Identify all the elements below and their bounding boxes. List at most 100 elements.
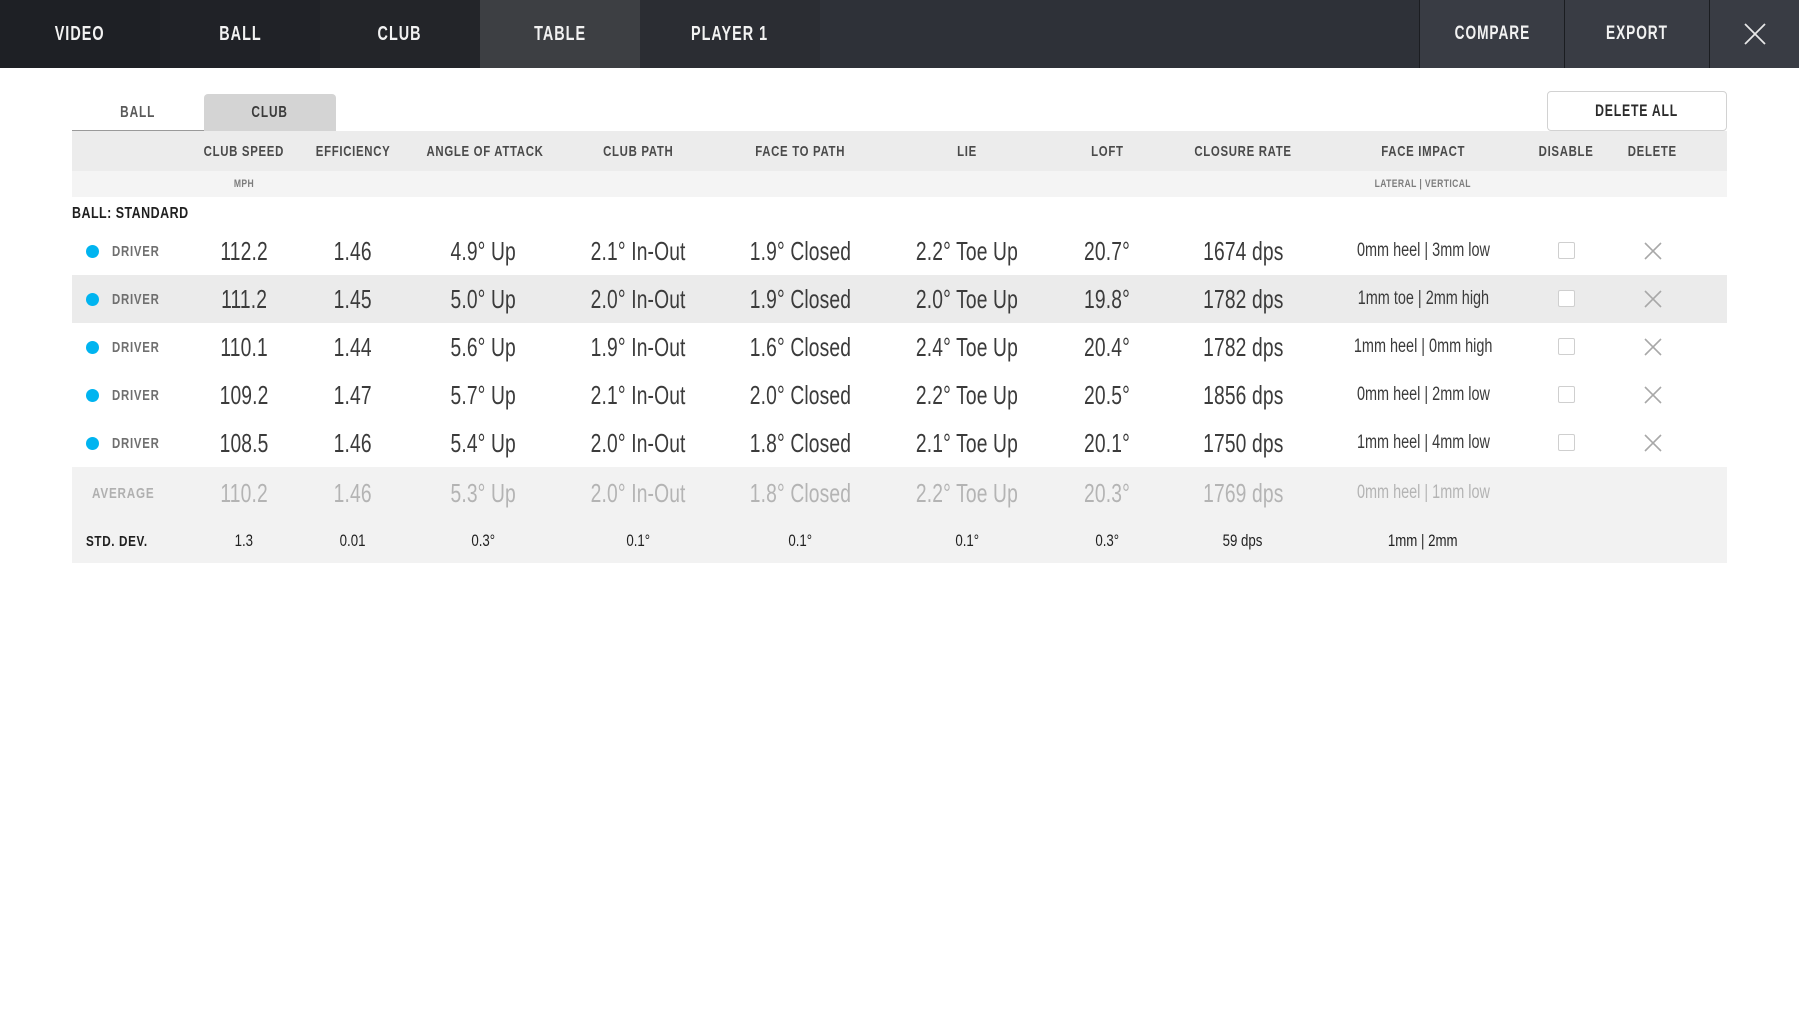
row-lie: 2.2° Toe Up	[915, 379, 1019, 410]
table-header-club	[72, 143, 190, 160]
table-subheader-delete	[1610, 178, 1695, 190]
nav-tab-video-label: VIDEO	[55, 22, 105, 45]
close-icon	[1643, 386, 1662, 404]
row-club-cell: DRIVER	[72, 387, 190, 404]
row-disable-cell	[1523, 338, 1610, 356]
table-body: DRIVER 112.2 1.46 4.9° Up 2.1° In-Out 1.9° Cl…	[72, 227, 1727, 467]
sub-tab-ball[interactable]: BALL	[72, 94, 204, 131]
close-button[interactable]	[1709, 0, 1799, 68]
std-dev-row-label: STD. DEV.	[86, 532, 148, 550]
table-subheader-row: MPH LATERAL | VERTICAL	[72, 171, 1727, 197]
table-summary-block: AVERAGE 110.2 1.46 5.3° Up 2.0° In-Out 1…	[72, 467, 1727, 563]
row-loft: 19.8°	[1084, 283, 1130, 314]
table-row[interactable]: DRIVER 112.2 1.46 4.9° Up 2.1° In-Out 1.9° Cl…	[72, 227, 1727, 275]
nav-tab-table-label: TABLE	[534, 22, 586, 45]
disable-checkbox[interactable]	[1558, 338, 1575, 356]
delete-row-button[interactable]	[1641, 335, 1665, 359]
average-closure-rate: 1769 dps	[1202, 477, 1284, 508]
row-lie: 2.2° Toe Up	[915, 235, 1019, 266]
close-icon	[1643, 290, 1662, 308]
row-disable-cell	[1523, 290, 1610, 308]
row-club-path: 1.9° In-Out	[590, 331, 686, 362]
row-lie: 2.1° Toe Up	[915, 427, 1019, 458]
table-subheader-loft	[1051, 178, 1163, 190]
row-face-to-path: 1.8° Closed	[749, 427, 852, 458]
table-subheader-angle-of-attack	[408, 178, 558, 190]
shot-marker-dot-icon	[86, 388, 99, 402]
average-lie: 2.2° Toe Up	[915, 477, 1019, 508]
average-club-speed: 110.2	[220, 477, 268, 508]
sub-tab-club[interactable]: CLUB	[204, 94, 336, 131]
average-club-path: 2.0° In-Out	[590, 477, 686, 508]
nav-tab-club-label: CLUB	[377, 22, 423, 45]
delete-row-button[interactable]	[1641, 431, 1665, 455]
top-nav-spacer	[820, 0, 1419, 68]
row-disable-cell	[1523, 434, 1610, 452]
table-row[interactable]: DRIVER 108.5 1.46 5.4° Up 2.0° In-Out 1.8° Cl…	[72, 419, 1727, 467]
row-club-path: 2.1° In-Out	[590, 235, 686, 266]
delete-row-button[interactable]	[1641, 287, 1665, 311]
close-icon	[1643, 338, 1662, 356]
row-loft: 20.5°	[1084, 379, 1130, 410]
nav-tab-ball[interactable]: BALL	[160, 0, 320, 68]
delete-row-button[interactable]	[1641, 239, 1665, 263]
row-face-to-path: 1.9° Closed	[749, 283, 852, 314]
row-disable-cell	[1523, 242, 1610, 260]
table-subheader-closure-rate	[1163, 178, 1323, 190]
ball-group-label: BALL: STANDARD	[72, 205, 189, 222]
row-delete-cell	[1610, 239, 1695, 263]
row-delete-cell	[1610, 383, 1695, 407]
row-face-impact: 0mm heel | 2mm low	[1356, 384, 1490, 405]
delete-row-button[interactable]	[1641, 383, 1665, 407]
table-header-angle-of-attack: ANGLE OF ATTACK	[426, 142, 544, 160]
row-face-to-path: 2.0° Closed	[749, 379, 852, 410]
nav-tab-club[interactable]: CLUB	[320, 0, 480, 68]
average-efficiency: 1.46	[333, 477, 373, 508]
row-delete-cell	[1610, 287, 1695, 311]
top-nav-tabs: VIDEO BALL CLUB TABLE PLAYER 1	[0, 0, 820, 68]
table-subheader-club-path	[558, 178, 718, 190]
std-dev-closure-rate: 59 dps	[1223, 531, 1263, 550]
compare-button-label: COMPARE	[1454, 23, 1530, 44]
compare-button[interactable]: COMPARE	[1419, 0, 1564, 68]
export-button[interactable]: EXPORT	[1564, 0, 1709, 68]
row-club-speed: 109.2	[219, 379, 269, 410]
average-face-impact: 0mm heel | 1mm low	[1356, 482, 1490, 503]
close-icon	[1643, 434, 1662, 452]
table-subheader-club-speed-unit: MPH	[233, 178, 255, 190]
row-club-cell: DRIVER	[72, 291, 190, 308]
disable-checkbox[interactable]	[1558, 434, 1575, 452]
table-header-club-path: CLUB PATH	[602, 142, 674, 160]
table-header-loft: LOFT	[1090, 142, 1124, 160]
row-disable-cell	[1523, 386, 1610, 404]
row-angle-of-attack: 5.0° Up	[450, 283, 516, 314]
row-loft: 20.1°	[1084, 427, 1130, 458]
disable-checkbox[interactable]	[1558, 290, 1575, 308]
nav-tab-player-1[interactable]: PLAYER 1	[640, 0, 820, 68]
row-club-name: DRIVER	[112, 338, 160, 356]
disable-checkbox[interactable]	[1558, 386, 1575, 404]
row-face-to-path: 1.9° Closed	[749, 235, 852, 266]
disable-checkbox[interactable]	[1558, 242, 1575, 260]
nav-tab-video[interactable]: VIDEO	[0, 0, 160, 68]
top-nav-actions: COMPARE EXPORT	[1419, 0, 1799, 68]
shot-marker-dot-icon	[86, 436, 99, 450]
table-header-delete: DELETE	[1627, 142, 1678, 160]
nav-tab-table[interactable]: TABLE	[480, 0, 640, 68]
row-delete-cell	[1610, 335, 1695, 359]
table-row[interactable]: DRIVER 110.1 1.44 5.6° Up 1.9° In-Out 1.6° Cl…	[72, 323, 1727, 371]
table-row[interactable]: DRIVER 111.2 1.45 5.0° Up 2.0° In-Out 1.9° Cl…	[72, 275, 1727, 323]
row-lie: 2.0° Toe Up	[915, 283, 1019, 314]
row-efficiency: 1.46	[333, 235, 373, 266]
row-face-impact: 1mm heel | 0mm high	[1353, 336, 1493, 357]
row-club-path: 2.0° In-Out	[590, 283, 686, 314]
delete-all-button[interactable]: DELETE ALL	[1547, 91, 1727, 131]
row-efficiency: 1.46	[333, 427, 373, 458]
row-club-cell: DRIVER	[72, 243, 190, 260]
row-face-impact: 1mm heel | 4mm low	[1356, 432, 1490, 453]
table-row[interactable]: DRIVER 109.2 1.47 5.7° Up 2.1° In-Out 2.0° Cl…	[72, 371, 1727, 419]
row-efficiency: 1.45	[333, 283, 373, 314]
shot-data-table: CLUB SPEED EFFICIENCY ANGLE OF ATTACK CL…	[72, 131, 1727, 563]
row-lie: 2.4° Toe Up	[915, 331, 1019, 362]
table-subheader-lie	[883, 178, 1051, 190]
